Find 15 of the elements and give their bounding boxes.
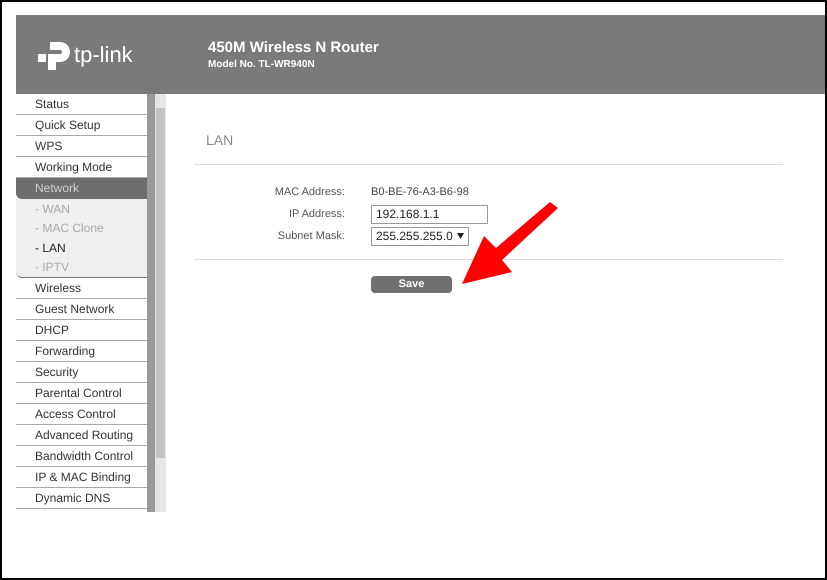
field-label: IP Address: [288,206,345,222]
logo-icon [36,40,72,70]
field-value: B0-BE-76-A3-B6-98 [371,184,469,200]
field-label: Subnet Mask: [276,228,345,244]
scrollbar[interactable] [147,94,166,512]
brand-name: tp-link [74,44,133,66]
submenu-item[interactable]: - LAN [16,238,147,258]
save-button[interactable]: Save [371,276,452,293]
model-number: Model No. TL-WR940N [208,58,316,72]
router-title: 450M Wireless N Router [208,38,379,56]
field-label: MAC Address: [274,184,345,200]
select-field[interactable]: 255.255.255.0 [371,226,469,246]
input-field[interactable]: 192.168.1.1 [371,204,488,224]
page-title: LAN [205,131,234,150]
caret-icon [456,233,464,239]
